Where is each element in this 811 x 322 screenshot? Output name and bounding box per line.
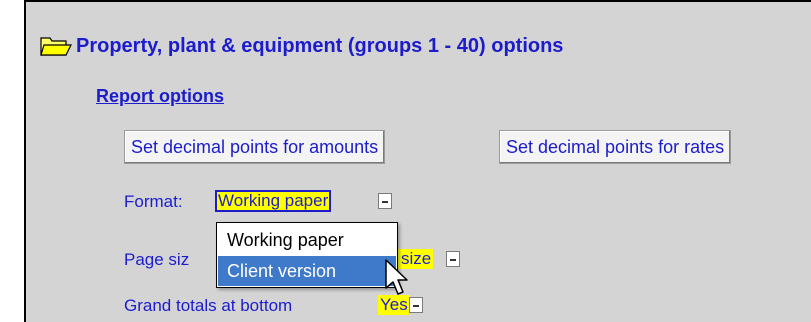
- dropdown-arrow-icon[interactable]: [409, 297, 423, 313]
- mouse-pointer-icon: [384, 258, 414, 298]
- format-select[interactable]: Working paper: [214, 190, 332, 212]
- page-size-label: Page siz: [124, 250, 190, 269]
- options-panel: Property, plant & equipment (groups 1 - …: [24, 0, 811, 322]
- set-decimal-rates-button[interactable]: Set decimal points for rates: [499, 130, 732, 164]
- dropdown-arrow-icon[interactable]: [446, 251, 460, 267]
- grand-totals-label: Grand totals at bottom: [124, 296, 293, 315]
- format-label: Format:: [124, 192, 183, 211]
- section-header: Property, plant & equipment (groups 1 - …: [40, 34, 563, 58]
- section-title: Property, plant & equipment (groups 1 - …: [76, 34, 564, 57]
- folder-open-icon: [40, 34, 72, 58]
- option-working-paper[interactable]: Working paper: [218, 225, 396, 255]
- report-options-link[interactable]: Report options: [96, 86, 224, 107]
- option-client-version[interactable]: Client version: [218, 256, 396, 286]
- set-decimal-amounts-button[interactable]: Set decimal points for amounts: [124, 130, 386, 164]
- format-dropdown-list: Working paper Client version: [216, 222, 398, 288]
- dropdown-arrow-icon[interactable]: [378, 193, 392, 209]
